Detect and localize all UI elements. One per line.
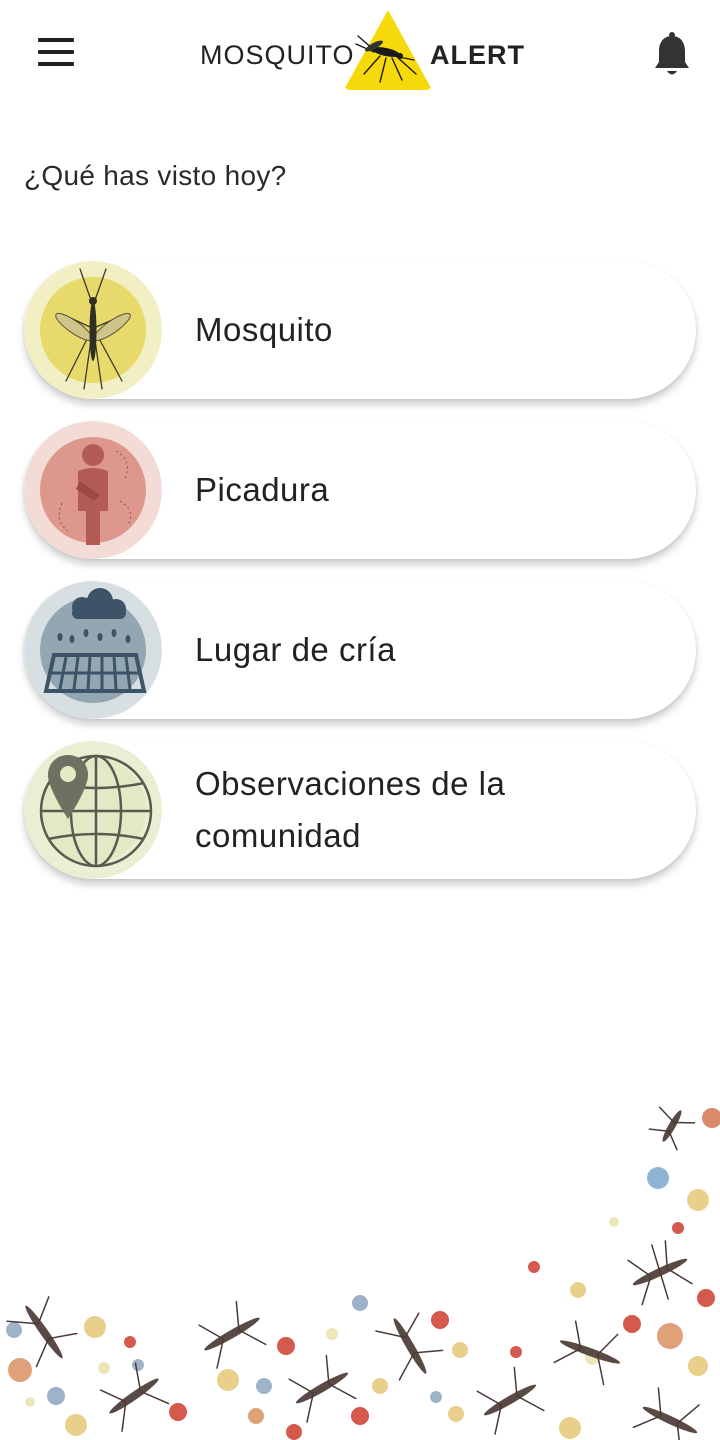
bite-person-icon (24, 421, 162, 559)
option-observaciones[interactable]: Observaciones de la comunidad (24, 741, 696, 879)
app-logo: MOSQUITO ALERT (196, 8, 526, 92)
option-label-picadura: Picadura (195, 471, 330, 508)
app-header: MOSQUITO ALERT (0, 0, 720, 110)
hamburger-menu-icon[interactable] (28, 28, 84, 76)
option-lugar-de-cria[interactable]: Lugar de cría (24, 581, 696, 719)
option-picadura[interactable]: Picadura (24, 421, 696, 559)
logo-triangle-icon (345, 10, 431, 90)
mosquito-icon (24, 261, 162, 399)
option-label-mosquito: Mosquito (195, 311, 333, 348)
logo-text-alert: ALERT (430, 40, 525, 70)
bell-icon[interactable] (648, 30, 696, 82)
decorative-mosquito-pattern (6, 1106, 720, 1440)
decorative-mosquitoes (6, 1106, 700, 1440)
decorative-dots (6, 1108, 720, 1440)
page-prompt: ¿Qué has visto hoy? (24, 160, 287, 191)
globe-location-icon (24, 741, 162, 879)
option-mosquito[interactable]: Mosquito (24, 261, 696, 399)
breeding-site-icon (24, 581, 162, 719)
option-label-lugar-de-cria: Lugar de cría (195, 631, 396, 668)
option-label-observaciones: Observaciones de la comunidad (195, 765, 506, 854)
logo-text-mosquito: MOSQUITO (200, 40, 355, 70)
